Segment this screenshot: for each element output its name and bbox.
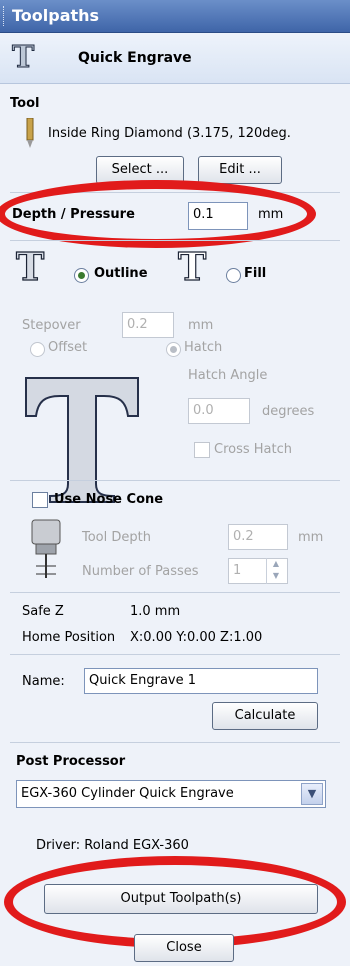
fill-radio[interactable] — [226, 268, 241, 283]
stepover-input[interactable]: 0.2 — [122, 312, 174, 338]
nose-cone-icon — [31, 519, 61, 578]
panel-title: Toolpaths — [12, 6, 100, 25]
hatch-angle-input[interactable]: 0.0 — [188, 398, 250, 424]
spin-up-icon[interactable]: ▲ — [267, 558, 285, 570]
stepover-unit: mm — [188, 318, 214, 333]
nose-cone-label: Use Nose Cone — [54, 492, 164, 507]
tool-name: Inside Ring Diamond (3.175, 120deg. — [48, 126, 291, 141]
outline-label: Outline — [94, 266, 148, 281]
cross-hatch-label: Cross Hatch — [214, 442, 292, 457]
outline-radio[interactable] — [74, 268, 89, 283]
edit-tool-button[interactable]: Edit ... — [198, 156, 282, 184]
tool-depth-label: Tool Depth — [82, 530, 151, 545]
hatch-radio[interactable] — [166, 342, 181, 357]
post-processor-select[interactable]: EGX-360 Cylinder Quick Engrave ▼ — [16, 780, 326, 808]
toolpaths-panel: Toolpaths T Quick Engrave Tool Inside Ri… — [0, 0, 350, 966]
toolpath-title: Quick Engrave — [78, 50, 192, 66]
spin-down-icon[interactable]: ▼ — [267, 570, 285, 582]
passes-spinner[interactable]: ▲ ▼ — [266, 558, 287, 584]
passes-label: Number of Passes — [82, 564, 199, 579]
fill-preview-T-icon — [25, 377, 139, 503]
depth-highlight-ring — [0, 180, 316, 248]
outline-T-icon: T — [15, 243, 45, 289]
hatch-angle-label: Hatch Angle — [188, 368, 268, 383]
divider — [10, 480, 340, 481]
tool-depth-input[interactable]: 0.2 — [228, 524, 288, 550]
nose-cone-checkbox[interactable] — [32, 492, 48, 508]
panel-title-bar[interactable]: Toolpaths — [0, 0, 350, 33]
offset-radio[interactable] — [30, 342, 45, 357]
hatch-label: Hatch — [184, 340, 223, 355]
divider — [10, 240, 340, 241]
fill-T-icon: T — [177, 243, 207, 289]
safe-z-label: Safe Z — [22, 604, 64, 619]
divider — [10, 654, 340, 655]
toolpath-name-input[interactable]: Quick Engrave 1 — [84, 668, 318, 694]
toolpath-header: T Quick Engrave — [0, 33, 350, 84]
hatch-angle-unit: degrees — [262, 404, 315, 419]
stepover-label: Stepover — [22, 318, 81, 333]
calculate-button[interactable]: Calculate — [212, 702, 318, 730]
divider — [10, 592, 340, 593]
divider — [10, 742, 340, 743]
home-position-label: Home Position — [22, 630, 116, 645]
fill-label: Fill — [244, 266, 267, 281]
engrave-T-icon: T — [11, 40, 35, 75]
post-processor-heading: Post Processor — [16, 754, 126, 769]
offset-label: Offset — [48, 340, 88, 355]
home-position-value: X:0.00 Y:0.00 Z:1.00 — [130, 630, 263, 645]
tool-heading: Tool — [10, 96, 40, 111]
post-processor-value: EGX-360 Cylinder Quick Engrave — [21, 786, 234, 801]
cross-hatch-checkbox[interactable] — [194, 442, 210, 458]
close-button[interactable]: Close — [134, 934, 234, 962]
tool-depth-unit: mm — [298, 530, 324, 545]
safe-z-value: 1.0 mm — [130, 604, 181, 619]
driver-label: Driver: Roland EGX-360 — [36, 838, 189, 853]
chevron-down-icon[interactable]: ▼ — [301, 783, 323, 805]
name-label: Name: — [22, 674, 65, 689]
tool-bit-icon — [26, 118, 34, 148]
drag-grip-icon[interactable] — [3, 6, 7, 26]
